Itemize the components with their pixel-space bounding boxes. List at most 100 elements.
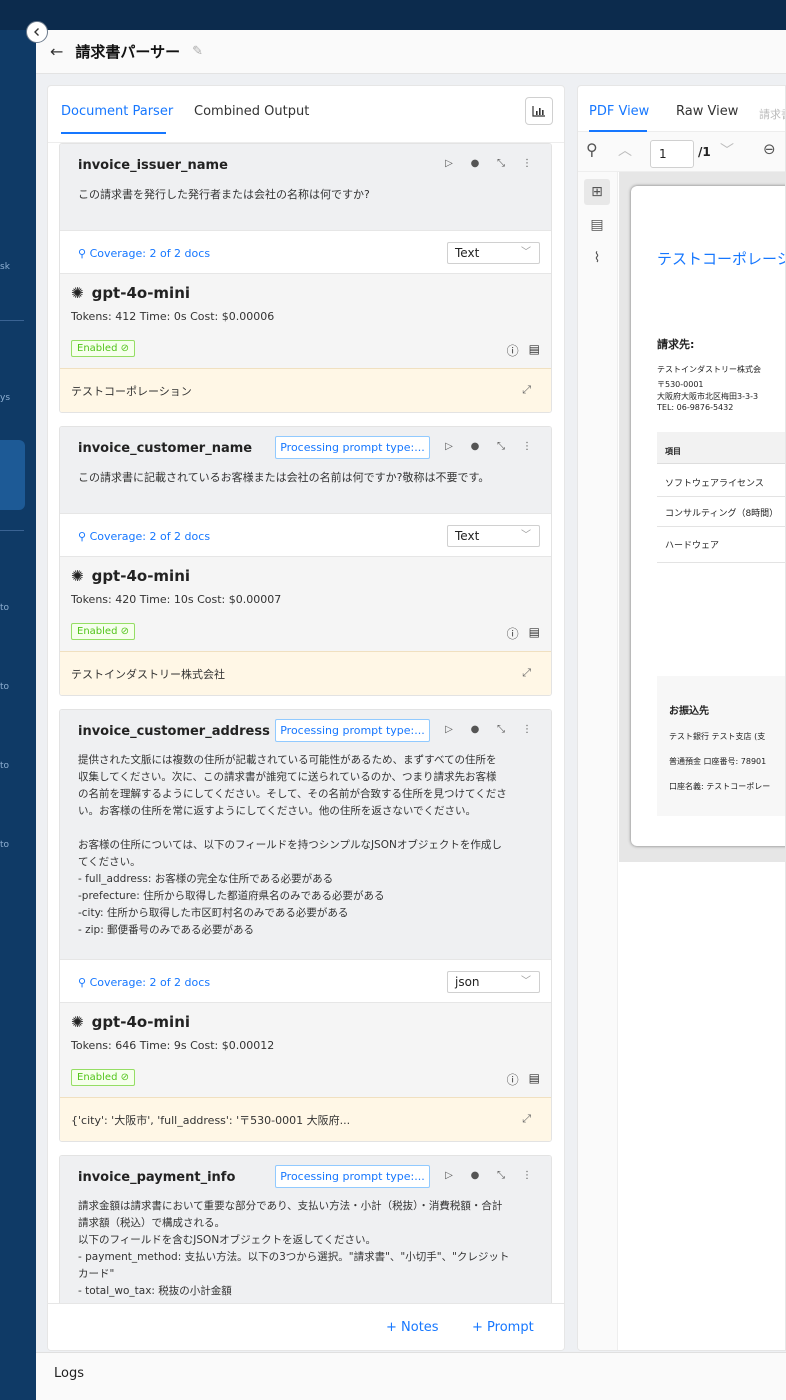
zoom-out-icon[interactable]: ⊖ [763,140,776,158]
output-type-select[interactable]: Text ﹀ [447,242,540,264]
output-type-select[interactable]: Text ﹀ [447,525,540,547]
collapse-icon[interactable]: ⤡ [495,724,507,735]
expand-icon[interactable]: ⤢ [522,383,531,397]
chevron-down-icon: ﹀ [521,976,531,987]
page-number-input[interactable]: 1 [650,140,694,168]
sidebar-item-label[interactable]: sk [0,262,10,272]
prompt-list[interactable]: invoice_issuer_name ▷ ● ⤡ ⋮ この請求書を発行した発行… [48,143,564,1303]
logs-bar[interactable]: Logs [36,1352,786,1400]
prompt-text[interactable]: 請求金額は請求書において重要な部分であり、支払い方法・小計（税抜）・消費税額・合… [78,1198,533,1300]
result-text: テストコーポレーション [71,385,192,398]
prompt-text[interactable]: 提供された文脈には複数の住所が記載されている可能性があるため、まずすべての住所を… [78,752,533,939]
run-all-icon[interactable]: ● [469,441,481,452]
add-prompt-button[interactable]: + Prompt [472,1320,534,1335]
pdf-tel: TEL: 06-9876-5432 [657,403,734,412]
outline-icon[interactable]: ▤ [584,212,610,238]
enabled-badge[interactable]: Enabled ⊘ [71,340,135,357]
run-icon[interactable]: ▷ [443,158,455,169]
sidebar-item-active[interactable] [0,440,25,510]
more-icon[interactable]: ⋮ [521,724,533,735]
collapse-sidebar-button[interactable] [26,21,48,43]
pdf-bank-line: 普通預金 口座番号: 78901 [669,757,767,766]
table-icon[interactable]: ▤ [529,1071,540,1088]
prompt-text[interactable]: この請求書を発行した発行者または会社の名称は何ですか? [78,186,533,203]
enabled-badge[interactable]: Enabled ⊘ [71,1069,135,1086]
chevron-down-icon: ﹀ [521,247,531,258]
attachment-icon[interactable]: ⌇ [584,245,610,271]
prompt-type-button[interactable]: Processing prompt type:... [275,1165,430,1188]
add-prompt-label: Prompt [487,1320,534,1335]
prompt-key[interactable]: invoice_customer_name [78,441,252,461]
prompt-panel: Document Parser Combined Output invoice_… [47,85,565,1351]
enabled-badge[interactable]: Enabled ⊘ [71,623,135,640]
prompt-type-button[interactable]: Processing prompt type:... [275,436,430,459]
coverage-link[interactable]: ⚲ Coverage: 2 of 2 docs [78,247,210,260]
run-icon[interactable]: ▷ [443,441,455,452]
collapse-icon[interactable]: ⤡ [495,1170,507,1181]
enabled-label: Enabled [77,1072,118,1083]
model-section: ✺ gpt-4o-mini Tokens: 412 Time: 0s Cost: … [60,274,551,368]
model-name: ✺ gpt-4o-mini [71,1013,540,1031]
pdf-bill-to-name: テストインダストリー株式会 [657,365,761,374]
more-icon[interactable]: ⋮ [521,158,533,169]
sidebar-item-label[interactable]: to [0,603,9,613]
more-icon[interactable]: ⋮ [521,441,533,452]
prompt-key[interactable]: invoice_payment_info [78,1170,235,1190]
run-icon[interactable]: ▷ [443,1170,455,1181]
prompt-type-button[interactable]: Processing prompt type:... [275,719,430,742]
collapse-icon[interactable]: ⤡ [495,441,507,452]
back-arrow-icon[interactable]: ← [50,42,63,61]
collapse-icon[interactable]: ⤡ [495,158,507,169]
prompt-text[interactable]: この請求書に記載されているお客様または会社の名前は何ですか?敬称は不要です。 [78,469,533,486]
pdf-table-header-item: 項目 [665,447,681,456]
model-info: ⓘ ▤ [507,625,540,642]
add-notes-button[interactable]: + Notes [386,1320,439,1335]
result-output: テストインダストリー株式会社 ⤢ [60,651,551,695]
chevron-down-icon[interactable]: ﹀ [720,140,734,160]
pdf-row-divider [657,526,785,527]
run-all-icon[interactable]: ● [469,158,481,169]
thumbnails-icon[interactable]: ⊞ [584,179,610,205]
model-label: gpt-4o-mini [91,1013,191,1031]
chart-button[interactable] [525,97,553,125]
tab-combined-output[interactable]: Combined Output [194,104,309,119]
search-icon[interactable]: ⚲ [586,140,598,159]
run-icon[interactable]: ▷ [443,724,455,735]
edit-icon[interactable]: ✎ [192,44,203,59]
sidebar-item-label[interactable]: to [0,761,9,771]
coverage-text: Coverage: 2 of 2 docs [89,247,211,260]
info-icon[interactable]: ⓘ [507,342,519,359]
prompt-card: invoice_payment_info Processing prompt t… [59,1155,552,1303]
prompt-card: invoice_issuer_name ▷ ● ⤡ ⋮ この請求書を発行した発行… [59,143,552,413]
output-type-select[interactable]: json ﹀ [447,971,540,993]
chevron-up-icon[interactable]: ︿ [618,140,632,160]
sidebar-item-label[interactable]: to [0,840,9,850]
model-section: ✺ gpt-4o-mini Tokens: 420 Time: 10s Cost:… [60,557,551,651]
model-stats: Tokens: 420 Time: 10s Cost: $0.00007 [71,593,282,606]
coverage-link[interactable]: ⚲ Coverage: 2 of 2 docs [78,976,210,989]
coverage-link[interactable]: ⚲ Coverage: 2 of 2 docs [78,530,210,543]
prompt-key[interactable]: invoice_customer_address [78,724,270,744]
table-icon[interactable]: ▤ [529,342,540,359]
sidebar: sk ys to to to to [0,30,36,1400]
search-icon: ⚲ [78,976,90,989]
sidebar-item-label[interactable]: ys [0,393,10,403]
pdf-toolbar: ⚲ ︿ 1 /1 ﹀ ⊖ [578,132,785,172]
main-area: ← 請求書パーサー ✎ Document Parser Combined Out… [36,30,786,1400]
tab-third[interactable]: 請求書 [759,106,785,122]
run-all-icon[interactable]: ● [469,1170,481,1181]
tab-raw-view[interactable]: Raw View [676,104,738,119]
pdf-company-name: テストコーポレーシ [657,250,786,268]
sidebar-item-label[interactable]: to [0,682,9,692]
expand-icon[interactable]: ⤢ [522,1112,531,1126]
run-all-icon[interactable]: ● [469,724,481,735]
more-icon[interactable]: ⋮ [521,1170,533,1181]
info-icon[interactable]: ⓘ [507,625,519,642]
tab-document-parser[interactable]: Document Parser [61,104,173,119]
tab-pdf-view[interactable]: PDF View [589,104,649,119]
info-icon[interactable]: ⓘ [507,1071,519,1088]
prompt-key[interactable]: invoice_issuer_name [78,158,228,178]
pdf-canvas[interactable]: テストコーポレーシ 請求先: テストインダストリー株式会 〒530-0001 大… [619,172,786,862]
table-icon[interactable]: ▤ [529,625,540,642]
expand-icon[interactable]: ⤢ [522,666,531,680]
